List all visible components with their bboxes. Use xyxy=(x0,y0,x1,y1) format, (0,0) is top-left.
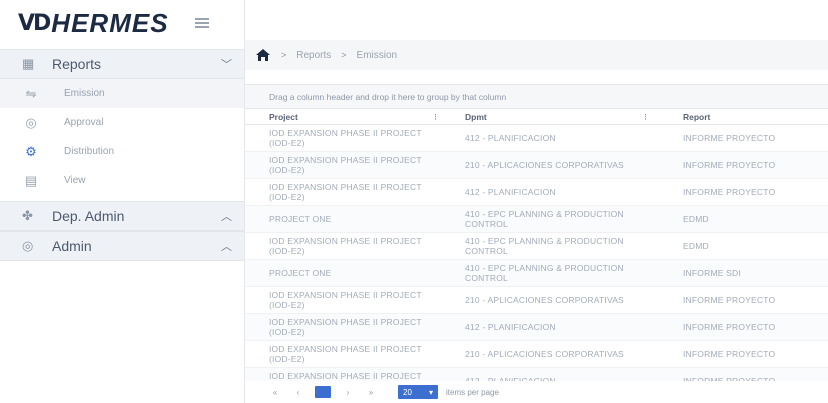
grid-icon: ▤ xyxy=(24,172,38,188)
chevron-down-icon[interactable]: ﹀ xyxy=(221,56,232,72)
cell-dpmt: 210 - APLICACIONES CORPORATIVAS xyxy=(465,160,624,170)
pager: « ‹ 1 › » 20 ▾ items per page xyxy=(245,381,828,403)
grid-table: Project ⁝ Dpmt ⁝ Report IOD EXPANSION PH… xyxy=(245,109,828,395)
sidebar-item-view[interactable]: ▤ View xyxy=(0,166,244,195)
brand-bar: VD HERMES xyxy=(0,0,244,46)
sidebar-item-label: View xyxy=(64,175,86,186)
table-row[interactable]: IOD EXPANSION PHASE II PROJECT (IOD-E2) 4… xyxy=(245,125,828,152)
table-row[interactable]: PROJECT ONE 410 - EPC PLANNING & PRODUCTI… xyxy=(245,206,828,233)
sidebar-item-emission[interactable]: ⇋ Emission xyxy=(0,79,244,108)
network-icon: ⚙ xyxy=(25,143,37,159)
cell-report: INFORME PROYECTO xyxy=(683,295,776,305)
cell-dpmt: 410 - EPC PLANNING & PRODUCTION CONTROL xyxy=(465,263,624,283)
cell-project: IOD EXPANSION PHASE II PROJECT (IOD-E2) xyxy=(269,128,422,148)
sidebar-item-approval[interactable]: ◎ Approval xyxy=(0,108,244,137)
brand-name: HERMES xyxy=(51,7,169,38)
cell-report: INFORME PROYECTO xyxy=(683,133,776,143)
sidebar-item-label: Approval xyxy=(64,117,104,128)
data-grid: Drag a column header and drop it here to… xyxy=(245,84,828,403)
page-size-label: items per page xyxy=(446,387,499,397)
cell-dpmt: 210 - APLICACIONES CORPORATIVAS xyxy=(465,295,624,305)
prev-page-button[interactable]: ‹ xyxy=(292,386,304,398)
last-page-button[interactable]: » xyxy=(365,386,377,398)
table-row[interactable]: IOD EXPANSION PHASE II PROJECT (IOD-E2) 4… xyxy=(245,179,828,206)
cell-project: PROJECT ONE xyxy=(269,268,332,278)
cell-report: EDMD xyxy=(683,214,709,224)
dep-admin-icon: ✤ xyxy=(22,208,33,223)
arrows-icon: ⇋ xyxy=(25,85,37,101)
chevron-up-icon[interactable]: ︿ xyxy=(221,238,232,254)
group-by-drop-zone[interactable]: Drag a column header and drop it here to… xyxy=(245,85,828,109)
column-header-label: Dpmt xyxy=(465,111,487,122)
caret-down-icon: ▾ xyxy=(428,387,433,397)
cell-dpmt: 410 - EPC PLANNING & PRODUCTION CONTROL xyxy=(465,236,624,256)
table-row[interactable]: IOD EXPANSION PHASE II PROJECT (IOD-E2) 2… xyxy=(245,341,828,368)
brand-mark-icon: VD xyxy=(18,10,51,36)
cell-report: EDMD xyxy=(683,241,709,251)
next-page-button[interactable]: › xyxy=(342,386,354,398)
cell-project: IOD EXPANSION PHASE II PROJECT (IOD-E2) xyxy=(269,317,422,337)
cell-report: INFORME SDI xyxy=(683,268,741,278)
nav-group-admin[interactable]: ◎ Admin ︿ xyxy=(0,231,244,261)
cell-dpmt: 412 - PLANIFICACION xyxy=(465,322,556,332)
grid-body: IOD EXPANSION PHASE II PROJECT (IOD-E2) 4… xyxy=(245,125,828,395)
cell-project: PROJECT ONE xyxy=(269,214,332,224)
nav-group-label: Dep. Admin xyxy=(52,208,125,224)
cell-dpmt: 210 - APLICACIONES CORPORATIVAS xyxy=(465,349,624,359)
cell-project: IOD EXPANSION PHASE II PROJECT (IOD-E2) xyxy=(269,290,422,310)
first-page-button[interactable]: « xyxy=(269,386,281,398)
chevron-up-icon[interactable]: ︿ xyxy=(221,208,232,224)
column-header-report[interactable]: Report xyxy=(655,109,828,124)
breadcrumb-separator: > xyxy=(281,50,287,60)
cell-project: IOD EXPANSION PHASE II PROJECT (IOD-E2) xyxy=(269,236,422,256)
admin-icon: ◎ xyxy=(22,238,34,253)
breadcrumb-item-emission: Emission xyxy=(356,49,398,61)
page-size-select[interactable]: 20 ▾ xyxy=(398,385,438,399)
nav-group-dep-admin[interactable]: ✤ Dep. Admin ︿ xyxy=(0,201,244,231)
grid-header: Project ⁝ Dpmt ⁝ Report xyxy=(245,109,828,125)
main-content: > Reports > Emission Drag a column heade… xyxy=(245,0,828,403)
sidebar-item-label: Emission xyxy=(64,88,105,99)
home-icon[interactable] xyxy=(255,48,271,62)
current-page-button[interactable]: 1 xyxy=(315,386,331,398)
cell-dpmt: 412 - PLANIFICACION xyxy=(465,133,556,143)
breadcrumb-item-reports[interactable]: Reports xyxy=(296,50,331,61)
column-menu-icon[interactable]: ⁝ xyxy=(434,112,437,123)
nav-group-reports[interactable]: ▦ Reports ﹀ xyxy=(0,49,244,79)
table-row[interactable]: IOD EXPANSION PHASE II PROJECT (IOD-E2) 4… xyxy=(245,233,828,260)
brand-logo: VD HERMES xyxy=(18,8,169,39)
breadcrumb-separator: > xyxy=(341,50,347,60)
cell-report: INFORME PROYECTO xyxy=(683,349,776,359)
cell-project: IOD EXPANSION PHASE II PROJECT (IOD-E2) xyxy=(269,182,422,202)
sidebar-item-label: Distribution xyxy=(64,146,115,157)
table-row[interactable]: IOD EXPANSION PHASE II PROJECT (IOD-E2) 2… xyxy=(245,152,828,179)
cell-dpmt: 410 - EPC PLANNING & PRODUCTION CONTROL xyxy=(465,209,624,229)
table-row[interactable]: IOD EXPANSION PHASE II PROJECT (IOD-E2) 4… xyxy=(245,314,828,341)
circle-icon: ◎ xyxy=(25,114,37,130)
column-header-dpmt[interactable]: Dpmt ⁝ xyxy=(445,109,655,124)
cell-dpmt: 412 - PLANIFICACION xyxy=(465,187,556,197)
column-menu-icon[interactable]: ⁝ xyxy=(644,112,647,123)
sidebar: VD HERMES ▦ Reports ﹀ ⇋ Emission ◎ Appro… xyxy=(0,0,245,403)
table-row[interactable]: PROJECT ONE 410 - EPC PLANNING & PRODUCTI… xyxy=(245,260,828,287)
cell-project: IOD EXPANSION PHASE II PROJECT (IOD-E2) xyxy=(269,155,422,175)
cell-report: INFORME PROYECTO xyxy=(683,160,776,170)
breadcrumb: > Reports > Emission xyxy=(245,40,828,70)
nav-group-label: Admin xyxy=(52,238,92,254)
column-header-label: Report xyxy=(683,111,711,122)
column-header-label: Project xyxy=(269,111,298,122)
table-row[interactable]: IOD EXPANSION PHASE II PROJECT (IOD-E2) 2… xyxy=(245,287,828,314)
menu-toggle-icon[interactable] xyxy=(194,18,209,28)
page-size-value: 20 xyxy=(403,387,412,397)
reports-icon: ▦ xyxy=(22,56,35,71)
cell-report: INFORME PROYECTO xyxy=(683,322,776,332)
app-root: VD HERMES ▦ Reports ﹀ ⇋ Emission ◎ Appro… xyxy=(0,0,828,403)
cell-project: IOD EXPANSION PHASE II PROJECT (IOD-E2) xyxy=(269,344,422,364)
nav-group-label: Reports xyxy=(52,56,102,72)
column-header-project[interactable]: Project ⁝ xyxy=(245,109,445,124)
cell-report: INFORME PROYECTO xyxy=(683,187,776,197)
sidebar-item-distribution[interactable]: ⚙ Distribution xyxy=(0,137,244,166)
